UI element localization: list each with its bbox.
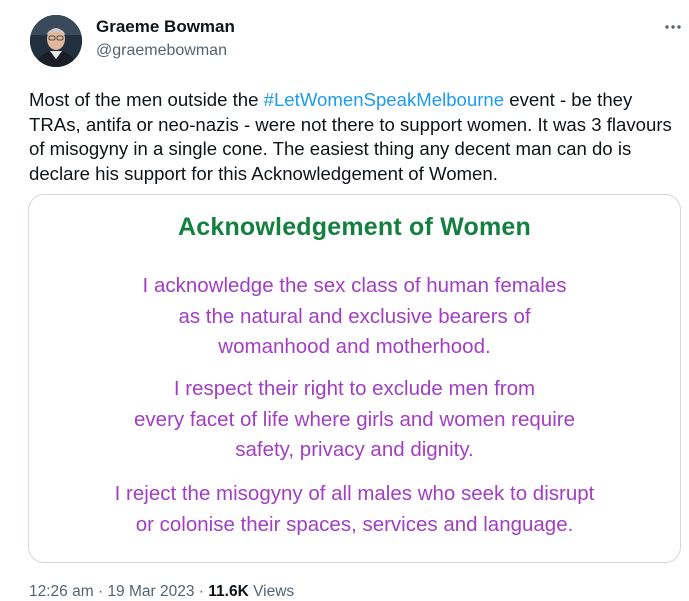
tweet-meta: 12:26 am · 19 Mar 2023 · 11.6K Views xyxy=(29,583,294,601)
meta-separator: · xyxy=(97,583,104,600)
more-options-button[interactable] xyxy=(662,16,684,38)
image-paragraph-3: I reject the misogyny of all males who s… xyxy=(29,479,680,540)
image-paragraph-2: I respect their right to exclude men fro… xyxy=(29,374,680,466)
more-horizontal-icon xyxy=(665,25,681,29)
author-name[interactable]: Graeme Bowman xyxy=(96,17,235,37)
avatar[interactable] xyxy=(30,15,82,67)
paragraph-3-line: I reject the misogyny of all males who s… xyxy=(114,482,595,505)
views-label: Views xyxy=(253,583,295,600)
hashtag-link[interactable]: #LetWomenSpeakMelbourne xyxy=(264,89,505,110)
paragraph-3-line: or colonise their spaces, services and l… xyxy=(135,512,574,536)
paragraph-2-line: every facet of life where girls and wome… xyxy=(134,407,575,431)
tweet-card: Graeme Bowman @graemebowman Most of the … xyxy=(0,0,689,600)
paragraph-2-line: safety, privacy and dignity. xyxy=(235,438,474,461)
views-count: 11.6K xyxy=(208,583,249,600)
paragraph-2-line: I respect their right to exclude men fro… xyxy=(173,377,536,400)
tweet-text-before: Most of the men outside the xyxy=(29,89,264,110)
tweet-text: Most of the men outside the #LetWomenSpe… xyxy=(29,88,685,186)
meta-separator: · xyxy=(198,583,204,600)
profile-photo-icon xyxy=(30,15,82,67)
image-paragraph-1: I acknowledge the sex class of human fem… xyxy=(29,271,680,363)
paragraph-1-line: I acknowledge the sex class of human fem… xyxy=(142,274,567,297)
tweet-date[interactable]: 19 Mar 2023 xyxy=(107,583,194,600)
author-handle[interactable]: @graemebowman xyxy=(96,42,227,60)
tweet-image[interactable]: Acknowledgement of Women I acknowledge t… xyxy=(28,194,681,563)
image-title: Acknowledgement of Women xyxy=(178,213,531,241)
tweet-time[interactable]: 12:26 am xyxy=(29,583,94,600)
paragraph-1-line: womanhood and motherhood. xyxy=(218,335,491,358)
paragraph-1-line: as the natural and exclusive bearers of xyxy=(178,304,531,328)
